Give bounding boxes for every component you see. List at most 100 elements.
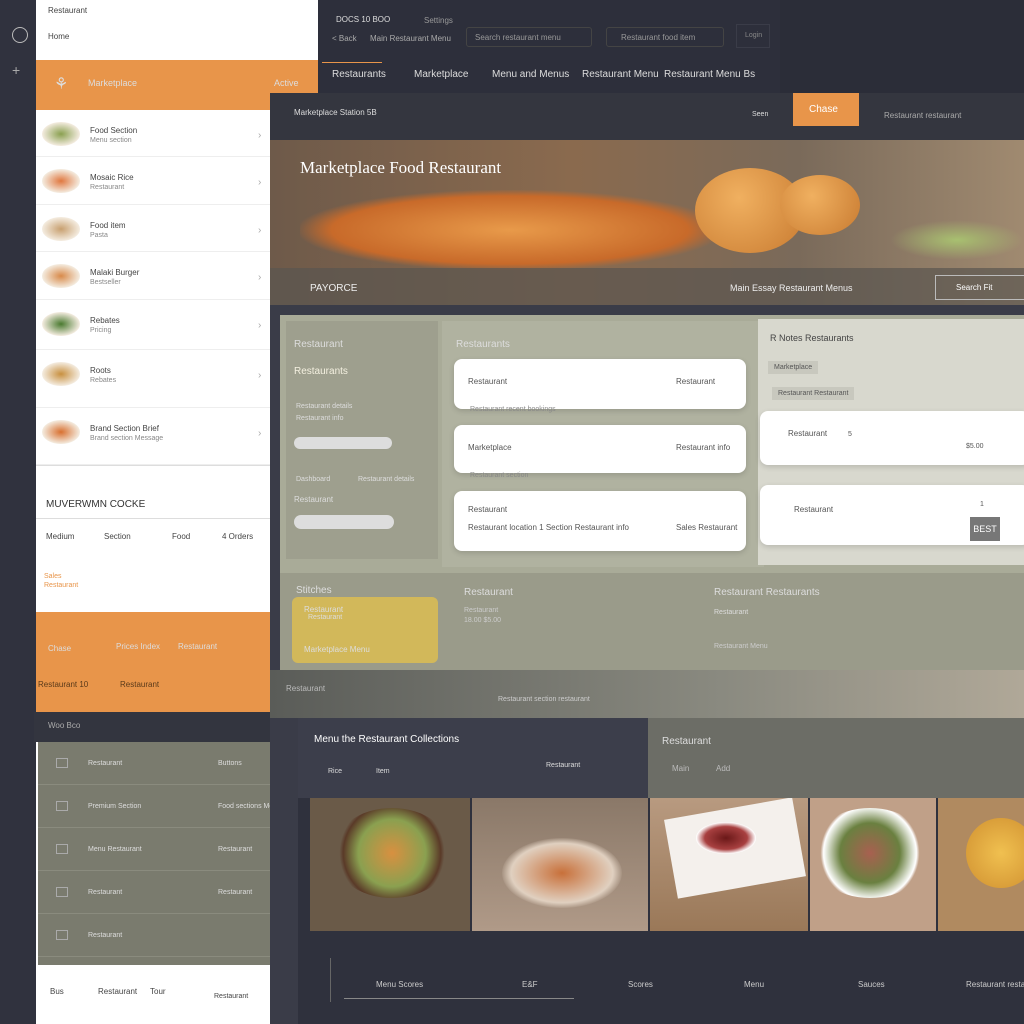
food-thumbnail — [42, 169, 80, 193]
gold-label: Restaurant — [308, 614, 343, 621]
left-line: Restaurant details — [296, 403, 353, 410]
gold-label: Marketplace Menu — [304, 645, 370, 654]
menu-card[interactable]: Restaurant Restaurant location 1 Section… — [454, 491, 746, 551]
food-photo-salad[interactable] — [310, 798, 470, 931]
chevron-right-icon[interactable]: › — [258, 225, 261, 236]
tab-main[interactable]: Main Restaurant Menu — [370, 34, 451, 43]
sidebar-item[interactable]: Mosaic Rice Restaurant › — [36, 157, 270, 205]
top-bar: DOCS 10 BOO Settings < Back Main Restaur… — [318, 0, 780, 93]
gallery-meta: Restaurant — [546, 762, 581, 769]
card-value: Restaurant — [676, 377, 716, 386]
slider[interactable] — [294, 437, 392, 449]
footer-item[interactable]: Restaurant — [98, 987, 137, 996]
mid-title: Restaurants — [456, 339, 510, 350]
sidebar-item[interactable]: Malaki Burger Bestseller › — [36, 252, 270, 300]
top-title: DOCS 10 BOO — [336, 15, 391, 24]
nav-item[interactable]: Marketplace — [414, 69, 468, 80]
orange-item[interactable]: Restaurant — [178, 642, 217, 651]
login-button[interactable]: Login — [736, 24, 770, 48]
back-button[interactable]: < Back — [332, 34, 357, 43]
orange-item[interactable]: Restaurant 10 — [38, 680, 88, 689]
gold-card[interactable]: Restaurant Restaurant Marketplace Menu — [292, 597, 438, 663]
gold-label: Restaurant — [304, 605, 344, 614]
search-input[interactable]: Search restaurant menu — [466, 27, 592, 47]
item-title: Food Section — [90, 126, 138, 135]
gallery-tab[interactable]: Menu — [744, 980, 764, 989]
item-title: Mosaic Rice — [90, 173, 134, 182]
panel-title: Marketplace Station 5B — [294, 108, 377, 117]
orange-item[interactable]: Prices Index — [116, 642, 160, 651]
chevron-right-icon[interactable]: › — [258, 130, 261, 141]
gallery-right-item[interactable]: Add — [716, 764, 730, 773]
footer-item[interactable]: Bus — [50, 987, 64, 996]
list-item[interactable]: Restaurant Buttons — [38, 742, 270, 785]
orange-item[interactable]: Chase — [48, 644, 71, 653]
gallery-right-item[interactable]: Main — [672, 764, 689, 773]
plus-icon[interactable]: + — [12, 62, 20, 78]
chase-button[interactable]: Chase — [793, 93, 859, 126]
list-item[interactable]: Menu Restaurant Restaurant — [38, 828, 270, 871]
active-badge: Active — [274, 78, 299, 88]
gallery-tab[interactable]: Menu Scores — [376, 980, 423, 989]
bottom-title: Restaurant Restaurants — [714, 587, 820, 598]
gallery-tab[interactable]: Restaurant restaurant — [966, 980, 1024, 989]
chevron-right-icon[interactable]: › — [258, 370, 261, 381]
card-value: Sales Restaurant — [676, 523, 738, 532]
footer-item[interactable]: Restaurant — [214, 993, 248, 1000]
sidebar-item[interactable]: Brand Section Brief Brand section Messag… — [36, 408, 270, 465]
chip[interactable]: Marketplace — [768, 361, 819, 374]
fried-food-image — [300, 190, 720, 270]
menu-card[interactable]: Restaurant Restaurant — [454, 359, 746, 409]
col: Section — [104, 532, 131, 541]
gallery-tab[interactable]: Scores — [628, 980, 653, 989]
card-label: Marketplace — [468, 443, 512, 452]
left-sub: Restaurants — [294, 366, 348, 377]
note: Restaurant — [44, 582, 79, 589]
chip[interactable]: Restaurant Restaurant — [772, 387, 855, 400]
search-fit-button[interactable]: Search Fit — [935, 275, 1024, 300]
brand-signature: Restaurant restaurant — [884, 111, 962, 120]
nav-item[interactable]: Restaurant Menu — [582, 69, 659, 80]
sidebar-item[interactable]: Rebates Pricing › — [36, 300, 270, 350]
field[interactable]: Restaurant food item — [606, 27, 724, 47]
gallery-tab[interactable]: E&F — [522, 980, 538, 989]
nav-item[interactable]: Restaurants — [332, 69, 386, 80]
item-title: Roots — [90, 366, 111, 375]
card-amount: $5.00 — [966, 443, 984, 450]
seen-link[interactable]: Seen — [752, 111, 768, 118]
right-title: R Notes Restaurants — [770, 333, 854, 343]
right-card[interactable]: Restaurant 1 BEST — [760, 485, 1024, 545]
left-row: Restaurant details — [358, 476, 415, 483]
food-photo-plate[interactable] — [810, 798, 936, 931]
sidebar-item[interactable]: Food item Pasta › — [36, 205, 270, 252]
item-icon — [56, 844, 68, 854]
menu-card[interactable]: Marketplace Restaurant info — [454, 425, 746, 473]
chevron-right-icon[interactable]: › — [258, 320, 261, 331]
chevron-right-icon[interactable]: › — [258, 428, 261, 439]
food-photo-shrimp[interactable] — [472, 798, 648, 931]
right-card[interactable]: Restaurant 5 $5.00 — [760, 411, 1024, 465]
sidebar-item[interactable]: Roots Rebates › — [36, 350, 270, 408]
content-area: Restaurant Restaurants Restaurant detail… — [280, 315, 1024, 670]
gallery-tab[interactable]: Sauces — [858, 980, 885, 989]
list-item[interactable]: Restaurant — [38, 914, 270, 957]
food-photo-omelette[interactable] — [938, 798, 1024, 931]
orange-item[interactable]: Restaurant — [120, 680, 159, 689]
chevron-right-icon[interactable]: › — [258, 177, 261, 188]
nav-item[interactable]: Restaurant Menu Bs — [664, 69, 755, 80]
food-photo-dessert[interactable] — [650, 798, 808, 931]
chevron-right-icon[interactable]: › — [258, 272, 261, 283]
nav-item[interactable]: Menu and Menus — [492, 69, 569, 80]
gallery-meta: Rice — [328, 768, 343, 775]
list-item[interactable]: Premium Section Food sections Menu — [38, 785, 281, 828]
footer-item[interactable]: Tour — [150, 987, 166, 996]
food-thumbnail — [42, 264, 80, 288]
slider[interactable] — [294, 515, 394, 529]
btn-label: Search Fit — [956, 283, 993, 292]
item-sub: Menu section — [90, 137, 132, 144]
slider-label: Restaurant — [294, 495, 334, 504]
globe-icon[interactable] — [12, 27, 28, 43]
list-item[interactable]: Restaurant Restaurant — [38, 871, 270, 914]
sidebar-item[interactable]: Food Section Menu section › — [36, 110, 270, 157]
card-label: Restaurant — [794, 505, 834, 514]
